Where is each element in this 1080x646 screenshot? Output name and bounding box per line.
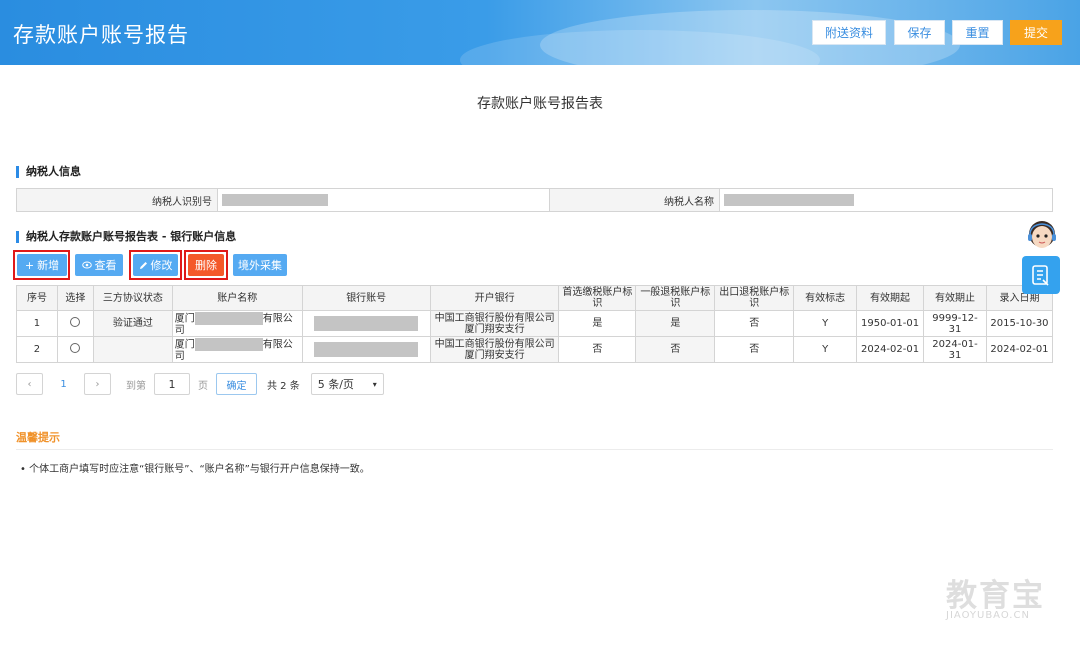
table-row[interactable]: 1 验证通过 厦门 有限公司 中国工商银行股份有限公司厦门翔安支行 是 是 否 Y… — [16, 310, 1054, 337]
valid-flag-cell: Y — [793, 310, 858, 337]
goto-page-input[interactable]: 1 — [154, 373, 190, 395]
row-select-radio[interactable] — [70, 343, 81, 353]
redacted-text — [194, 311, 263, 325]
highlight-box — [184, 250, 228, 280]
valid-end-cell: 2024-01-31 — [923, 336, 987, 363]
column-header: 有效标志 — [793, 285, 858, 311]
select-cell[interactable] — [56, 310, 94, 337]
highlight-box — [129, 250, 182, 280]
taxpayer-id-value — [218, 189, 550, 211]
account-name-prefix: 厦门 — [174, 339, 195, 350]
prev-page-button[interactable]: ‹ — [16, 373, 43, 395]
document-icon — [1032, 265, 1049, 286]
chevron-right-icon: › — [95, 378, 100, 390]
redacted-text — [314, 316, 419, 331]
app-header: 存款账户账号报告 附送资料 保存 重置 提交 — [0, 0, 1080, 65]
first-tax-cell: 否 — [558, 336, 637, 363]
account-name-cell: 厦门 有限公司 — [171, 336, 303, 363]
general-refund-cell: 否 — [635, 336, 716, 363]
bank-account-table: 序号 选择 三方协议状态 账户名称 银行账号 开户银行 首选缴税账户标识 一般退… — [16, 285, 1054, 363]
account-name-cell: 厦门 有限公司 — [171, 310, 303, 337]
column-header: 账户名称 — [171, 285, 303, 311]
taxpayer-name-value — [720, 189, 1052, 211]
bank-name-cell: 中国工商银行股份有限公司厦门翔安支行 — [429, 336, 560, 363]
status-cell: 验证通过 — [92, 310, 173, 337]
select-cell[interactable] — [56, 336, 94, 363]
page-number-current[interactable]: 1 — [43, 379, 84, 390]
valid-start-cell: 2024-02-01 — [856, 336, 925, 363]
column-header: 首选缴税账户标识 — [558, 285, 637, 311]
redacted-text — [724, 194, 854, 206]
taxpayer-info-row: 纳税人识别号 纳税人名称 — [16, 188, 1053, 212]
account-number-cell — [301, 310, 431, 337]
goto-label: 到第 — [126, 380, 146, 392]
column-header: 选择 — [56, 285, 94, 311]
bank-section-title: 纳税人存款账户账号报告表 - 银行账户信息 — [16, 231, 236, 243]
highlight-box — [13, 250, 70, 280]
overseas-collect-label: 境外采集 — [238, 259, 282, 272]
chevron-left-icon: ‹ — [27, 378, 32, 390]
column-header: 出口退税账户标识 — [714, 285, 795, 311]
next-page-button[interactable]: › — [84, 373, 111, 395]
app-title: 存款账户账号报告 — [13, 23, 189, 47]
entry-date-cell: 2024-02-01 — [985, 336, 1054, 363]
reset-button[interactable]: 重置 — [952, 20, 1003, 45]
column-header: 一般退税账户标识 — [635, 285, 716, 311]
export-refund-cell: 否 — [714, 310, 795, 337]
status-cell — [92, 336, 173, 363]
page-size-value: 5 条/页 — [317, 378, 354, 391]
seq-cell: 1 — [16, 310, 58, 337]
column-header: 有效期起 — [856, 285, 925, 311]
tip-item: • 个体工商户填写时应注意“银行账号”、“账户名称”与银行开户信息保持一致。 — [20, 464, 370, 475]
attach-button[interactable]: 附送资料 — [812, 20, 886, 45]
entry-date-cell: 2015-10-30 — [985, 310, 1054, 337]
page-unit-label: 页 — [198, 380, 208, 392]
watermark-text: 教育宝 — [946, 578, 1045, 614]
column-header: 序号 — [16, 285, 58, 311]
overseas-collect-button[interactable]: 境外采集 — [233, 254, 287, 276]
valid-flag-cell: Y — [793, 336, 858, 363]
redacted-text — [314, 342, 419, 357]
bank-name-cell: 中国工商银行股份有限公司厦门翔安支行 — [429, 310, 560, 337]
chevron-down-icon: ▾ — [372, 379, 377, 389]
assistant-avatar-icon[interactable] — [1022, 215, 1062, 255]
pagination: ‹ 1 › 到第 1 页 确定 共 2 条 5 条/页 ▾ — [16, 372, 384, 396]
view-button[interactable]: 查看 — [75, 254, 123, 276]
total-count: 共 2 条 — [267, 380, 300, 392]
taxpayer-section-title: 纳税人信息 — [16, 166, 81, 178]
table-row[interactable]: 2 厦门 有限公司 中国工商银行股份有限公司厦门翔安支行 否 否 否 Y 2024… — [16, 336, 1054, 363]
export-refund-cell: 否 — [714, 336, 795, 363]
submit-button[interactable]: 提交 — [1010, 20, 1062, 45]
seq-cell: 2 — [16, 336, 58, 363]
column-header: 有效期止 — [923, 285, 987, 311]
taxpayer-id-label: 纳税人识别号 — [17, 189, 218, 211]
feedback-button[interactable] — [1022, 256, 1060, 294]
redacted-text — [194, 337, 263, 351]
redacted-text — [222, 194, 328, 206]
valid-start-cell: 1950-01-01 — [856, 310, 925, 337]
account-number-cell — [301, 336, 431, 363]
column-header: 银行账号 — [301, 285, 431, 311]
page-title: 存款账户账号报告表 — [477, 96, 603, 112]
tips-title: 温馨提示 — [16, 431, 60, 444]
watermark-url: JIAOYUBAO.CN — [946, 610, 1030, 621]
divider — [16, 449, 1053, 450]
save-button[interactable]: 保存 — [894, 20, 945, 45]
first-tax-cell: 是 — [558, 310, 637, 337]
table-header-row: 序号 选择 三方协议状态 账户名称 银行账号 开户银行 首选缴税账户标识 一般退… — [16, 285, 1054, 311]
taxpayer-name-label: 纳税人名称 — [550, 189, 720, 211]
account-name-prefix: 厦门 — [174, 313, 195, 324]
general-refund-cell: 是 — [635, 310, 716, 337]
confirm-button[interactable]: 确定 — [216, 373, 257, 395]
valid-end-cell: 9999-12-31 — [923, 310, 987, 337]
tip-text: 个体工商户填写时应注意“银行账号”、“账户名称”与银行开户信息保持一致。 — [29, 464, 370, 475]
row-select-radio[interactable] — [70, 317, 81, 327]
column-header: 开户银行 — [429, 285, 560, 311]
view-button-label: 查看 — [94, 259, 117, 272]
watermark-logo: 教育宝 JIAOYUBAO.CN — [946, 570, 1062, 630]
page-size-select[interactable]: 5 条/页 ▾ — [310, 373, 384, 395]
column-header: 三方协议状态 — [92, 285, 173, 311]
eye-icon — [81, 261, 92, 269]
